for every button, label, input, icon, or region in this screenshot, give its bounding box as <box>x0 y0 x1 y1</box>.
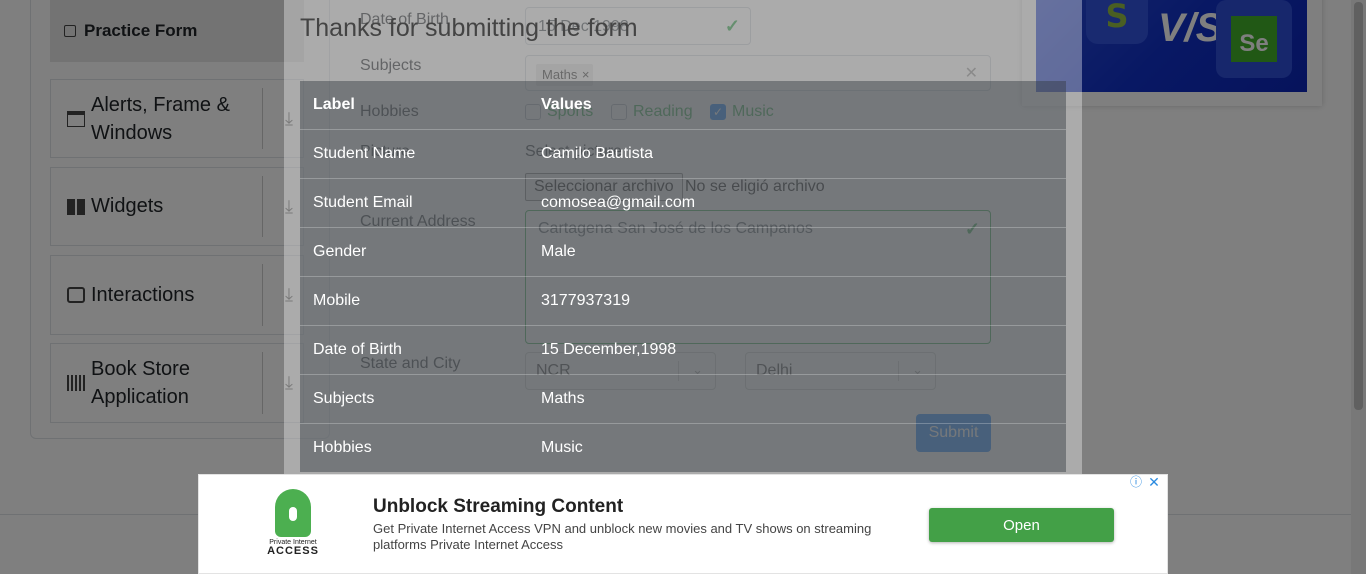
close-icon[interactable]: ✕ <box>1147 475 1161 489</box>
ad-description: Get Private Internet Access VPN and unbl… <box>373 521 872 552</box>
row-value: comosea@gmail.com <box>541 194 696 211</box>
row-label: Hobbies <box>313 439 372 456</box>
row-value: Camilo Bautista <box>541 145 654 162</box>
header-values: Values <box>541 96 592 113</box>
info-icon[interactable]: ⓘ <box>1129 475 1143 489</box>
table-row: Mobile 3177937319 <box>300 276 1066 325</box>
row-value: Male <box>541 243 576 260</box>
lock-icon <box>275 489 311 537</box>
ad-open-button[interactable]: Open <box>929 508 1114 542</box>
table-row: Student Email comosea@gmail.com <box>300 178 1066 227</box>
table-header: Label Values <box>300 81 1066 129</box>
row-label: Student Email <box>313 194 413 211</box>
table-row: Student Name Camilo Bautista <box>300 129 1066 178</box>
row-label: Subjects <box>313 390 375 407</box>
row-value: 15 December,1998 <box>541 341 677 358</box>
row-label: Date of Birth <box>313 341 402 358</box>
row-value: Music <box>541 439 583 456</box>
table-row: Date of Birth 15 December,1998 <box>300 325 1066 374</box>
row-value: 3177937319 <box>541 292 630 309</box>
row-label: Student Name <box>313 145 416 162</box>
result-table: Label Values Student Name Camilo Bautist… <box>300 81 1066 472</box>
ad-banner[interactable]: Private Internet ACCESS Unblock Streamin… <box>198 474 1168 574</box>
table-row: Gender Male <box>300 227 1066 276</box>
table-row: Hobbies Music <box>300 423 1066 472</box>
table-row: Subjects Maths <box>300 374 1066 423</box>
row-label: Gender <box>313 243 367 260</box>
confirmation-modal: Thanks for submitting the form Label Val… <box>284 0 1082 474</box>
row-value: Maths <box>541 390 585 407</box>
row-label: Mobile <box>313 292 361 309</box>
ad-title[interactable]: Unblock Streaming Content <box>373 496 623 518</box>
pia-logo: Private Internet ACCESS <box>265 489 321 563</box>
ad-brand: Private Internet ACCESS <box>267 539 319 557</box>
header-label: Label <box>313 96 355 113</box>
modal-title: Thanks for submitting the form <box>300 14 638 42</box>
